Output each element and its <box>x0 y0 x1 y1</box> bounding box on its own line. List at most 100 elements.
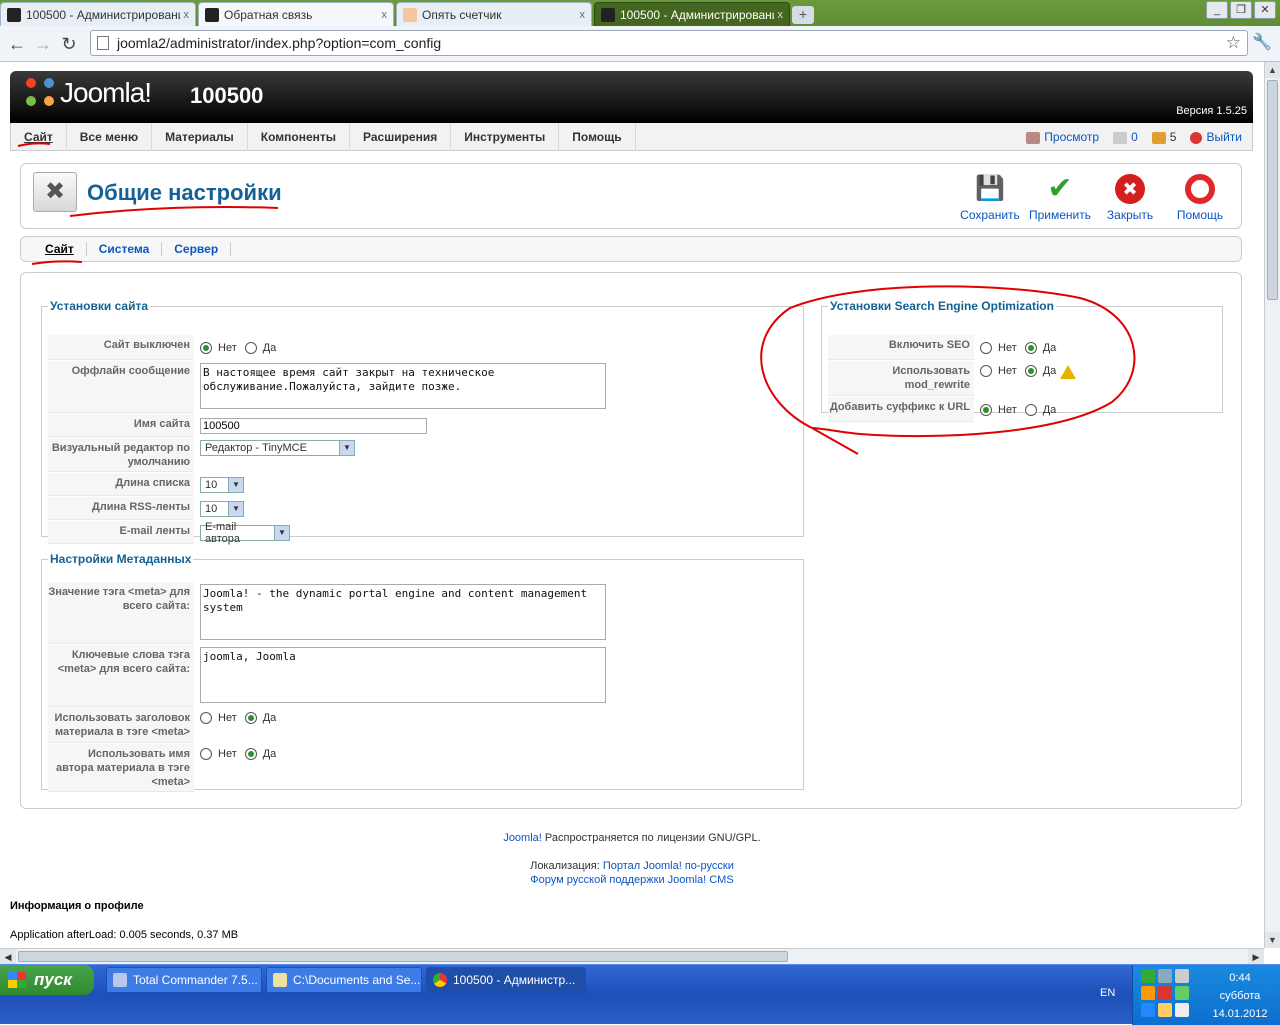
meta-author-no-radio[interactable] <box>200 748 212 760</box>
browser-tab-2[interactable]: Обратная связь x <box>198 2 394 26</box>
joomla-link[interactable]: Joomla! <box>503 832 542 844</box>
apply-button[interactable]: ✔ Применить <box>1025 170 1095 223</box>
sef-no-radio[interactable] <box>980 341 992 354</box>
close-icon[interactable]: x <box>184 9 190 21</box>
menu-content[interactable]: Материалы <box>152 122 248 151</box>
tray-nvidia-icon[interactable] <box>1175 986 1189 1000</box>
menu-help[interactable]: Помощь <box>559 122 636 151</box>
meta-title-no-radio[interactable] <box>200 712 212 724</box>
scroll-down-icon[interactable]: ▼ <box>1265 932 1280 948</box>
total-commander-icon <box>113 973 127 987</box>
new-tab-button[interactable]: + <box>792 6 814 24</box>
forum-link[interactable]: Форум русской поддержки Joomla! CMS <box>530 874 733 886</box>
meta-title-yes-radio[interactable] <box>244 712 257 724</box>
tray-network-icon[interactable] <box>1158 969 1172 983</box>
suffix-no-radio[interactable] <box>980 403 992 416</box>
radio-label-yes: Да <box>262 712 277 724</box>
taskbar-item-documents[interactable]: C:\Documents and Se... <box>266 967 422 993</box>
tab-system[interactable]: Система <box>87 242 163 256</box>
suffix-yes-radio[interactable] <box>1024 403 1037 416</box>
scroll-left-icon[interactable]: ◀ <box>0 949 16 965</box>
email-select[interactable]: E-mail автора ▼ <box>200 521 290 545</box>
maximize-button[interactable]: ❐ <box>1230 1 1252 19</box>
meta-author-yes-radio[interactable] <box>244 748 257 760</box>
tray-bolt-icon[interactable] <box>1141 1003 1155 1017</box>
save-button[interactable]: 💾 Сохранить <box>955 170 1025 222</box>
taskbar-item-total-commander[interactable]: Total Commander 7.5... <box>106 967 262 993</box>
portal-link[interactable]: Портал Joomla! по-русски <box>603 860 734 872</box>
taskbar-item-chrome[interactable]: 100500 - Администр... <box>426 967 586 993</box>
email-label: E-mail ленты <box>48 521 194 544</box>
page-title: Общие настройки <box>87 180 282 205</box>
star-icon[interactable]: ☆ <box>1226 31 1241 55</box>
messages-status[interactable]: 0 <box>1113 130 1138 144</box>
start-button[interactable]: пуск <box>0 965 94 995</box>
admin-menu: Сайт Все меню Материалы Компоненты Расши… <box>10 122 1253 151</box>
scroll-right-icon[interactable]: ▶ <box>1248 949 1264 965</box>
tab-title: 100500 - Администрирование <box>620 7 774 22</box>
address-bar[interactable]: joomla2/administrator/index.php?option=c… <box>90 30 1248 56</box>
vertical-scrollbar[interactable]: ▲ ▼ <box>1264 62 1280 948</box>
meta-keywords-textarea[interactable]: joomla, Joomla <box>200 647 606 703</box>
offline-yes-radio[interactable] <box>244 341 257 354</box>
radio-label-no: Нет <box>218 341 237 354</box>
list-length-select[interactable]: 10 ▼ <box>200 476 244 493</box>
menu-tools[interactable]: Инструменты <box>451 122 560 151</box>
close-icon[interactable]: x <box>778 9 784 21</box>
browser-tab-3[interactable]: Опять счетчик x <box>396 2 592 26</box>
close-icon[interactable]: x <box>580 9 586 21</box>
reload-icon[interactable]: ↻ <box>56 31 82 57</box>
close-icon[interactable]: x <box>382 9 388 21</box>
meta-settings-legend: Настройки Метаданных <box>50 552 192 566</box>
back-arrow-icon[interactable]: ← <box>4 31 30 57</box>
language-indicator[interactable]: EN <box>1100 987 1115 999</box>
sef-yes-radio[interactable] <box>1024 341 1037 354</box>
site-name: 100500 <box>190 83 264 108</box>
logout-link[interactable]: Выйти <box>1206 130 1242 144</box>
editor-value: Редактор - TinyMCE <box>205 442 307 454</box>
offline-no-radio[interactable] <box>200 341 212 354</box>
tray-app-icon[interactable] <box>1141 986 1155 1000</box>
window-close-button[interactable]: ✕ <box>1254 1 1276 19</box>
menu-components[interactable]: Компоненты <box>248 122 351 151</box>
save-label: Сохранить <box>960 208 1020 222</box>
tab-server[interactable]: Сервер <box>162 242 232 256</box>
menu-site[interactable]: Сайт <box>11 122 67 151</box>
tray-antivirus-icon[interactable] <box>1158 986 1172 1000</box>
joomla-favicon-icon <box>205 7 219 22</box>
browser-tab-4[interactable]: 100500 - Администрирование x <box>594 2 790 26</box>
offline-message-textarea[interactable]: В настоящее время сайт закрыт на техниче… <box>200 363 606 409</box>
close-button[interactable]: ✖ Закрыть <box>1095 170 1165 222</box>
messages-icon <box>1113 131 1128 144</box>
scroll-up-icon[interactable]: ▲ <box>1265 62 1280 78</box>
tray-messenger-icon[interactable] <box>1158 1003 1172 1017</box>
taskbar-item-label: 100500 - Администр... <box>453 973 576 987</box>
vertical-scroll-thumb[interactable] <box>1267 80 1278 300</box>
meta-desc-textarea[interactable]: Joomla! - the dynamic portal engine and … <box>200 584 606 640</box>
wrench-icon[interactable]: 🔧 <box>1252 32 1272 52</box>
help-button[interactable]: Помощь <box>1165 170 1235 222</box>
browser-tab-1[interactable]: 100500 - Администрирование x <box>0 2 196 26</box>
minimize-button[interactable]: _ <box>1206 1 1228 19</box>
editor-select[interactable]: Редактор - TinyMCE ▼ <box>200 440 355 456</box>
rewrite-yes-radio[interactable] <box>1024 365 1037 377</box>
tray-display-icon[interactable] <box>1175 1003 1189 1017</box>
rss-length-value: 10 <box>205 502 218 515</box>
horizontal-scrollbar[interactable]: ◀ ▶ <box>0 948 1264 965</box>
tab-strip: 100500 - Администрирование x Обратная свя… <box>0 2 814 26</box>
rss-length-select[interactable]: 10 ▼ <box>200 500 244 517</box>
preview-link[interactable]: Просмотр <box>1044 130 1099 144</box>
tray-volume-icon[interactable] <box>1175 969 1189 983</box>
tray-flag-icon[interactable] <box>1141 969 1155 983</box>
tray-clock[interactable]: 0:44 суббота 14.01.2012 <box>1200 969 1280 1023</box>
horizontal-scroll-thumb[interactable] <box>18 951 788 962</box>
menu-all-menus[interactable]: Все меню <box>67 122 153 151</box>
forward-arrow-icon[interactable]: → <box>30 31 56 57</box>
config-subtabs: Сайт Система Сервер <box>20 236 1242 262</box>
rewrite-no-radio[interactable] <box>980 365 992 377</box>
sitename-input[interactable] <box>200 417 427 434</box>
rss-length-wrap: 10 ▼ <box>194 497 244 520</box>
logout-icon <box>1190 131 1203 144</box>
menu-extensions[interactable]: Расширения <box>350 122 452 151</box>
tab-site[interactable]: Сайт <box>33 242 87 256</box>
